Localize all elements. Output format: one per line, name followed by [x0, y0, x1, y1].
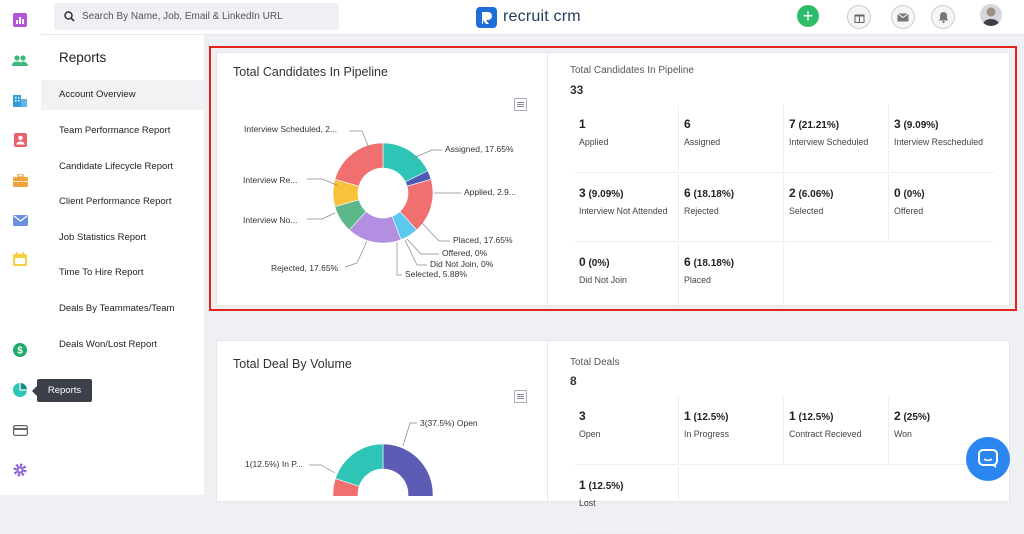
stat-count-value: 1	[789, 409, 796, 423]
billing-icon[interactable]	[12, 422, 28, 438]
sidebar-item-time-to-hire[interactable]: Time To Hire Report	[41, 258, 204, 288]
avatar[interactable]	[980, 4, 1002, 26]
search-box[interactable]	[54, 3, 339, 30]
sidebar-item-client-performance[interactable]: Client Performance Report	[41, 187, 204, 217]
calendar-icon[interactable]	[12, 251, 28, 267]
panel-divider	[547, 341, 548, 501]
pie-leader-line	[402, 422, 417, 447]
stat-percent: (25%)	[900, 412, 931, 423]
add-button[interactable]: +	[797, 5, 819, 27]
email-icon[interactable]	[12, 212, 28, 228]
stat-label: Won	[894, 429, 912, 439]
pie-label-open: 3(37.5%) Open	[420, 418, 478, 428]
stat-card: 1 (12.5%) In Progress	[680, 397, 784, 465]
deals-donut-chart: 3(37.5%) Open 1(12.5%) In P...	[245, 418, 478, 496]
chat-launcher-button[interactable]	[966, 437, 1010, 481]
stat-count-value: 2	[894, 409, 901, 423]
deals-stats-title: Total Deals	[570, 357, 620, 368]
reports-tooltip: Reports	[32, 379, 92, 402]
bell-icon[interactable]	[931, 5, 955, 29]
search-icon	[64, 11, 75, 22]
stat-card: 1 (12.5%) Contract Recieved	[785, 397, 889, 465]
sidebar-item-team-performance[interactable]: Team Performance Report	[41, 116, 204, 146]
sidebar-item-account-overview[interactable]: Account Overview	[41, 80, 204, 110]
svg-text:$: $	[17, 346, 23, 357]
deals-chart-title: Total Deal By Volume	[233, 357, 352, 371]
companies-icon[interactable]	[12, 92, 28, 108]
stat-count-value: 1	[579, 478, 586, 492]
stat-count-value: 1	[684, 409, 691, 423]
stat-label: Lost	[579, 498, 596, 508]
stat-count: 1 (12.5%)	[684, 409, 728, 423]
reports-sidebar: Reports Account Overview Team Performanc…	[41, 35, 204, 495]
chat-icon	[978, 449, 998, 468]
highlight-box	[209, 46, 1017, 311]
stat-percent: (12.5%)	[690, 412, 729, 423]
contacts-icon[interactable]	[12, 132, 28, 148]
reports-bar-icon[interactable]	[12, 12, 28, 28]
brand-name: recruit crm	[503, 8, 581, 25]
stat-card: 3 Open	[575, 397, 679, 465]
stat-count: 1 (12.5%)	[579, 478, 623, 492]
sidebar-item-job-statistics[interactable]: Job Statistics Report	[41, 223, 204, 253]
deals-panel: Total Deal By Volume 3(37.5%) Open 1(12.5…	[216, 340, 1010, 534]
pie-label-in-progress: 1(12.5%) In P...	[245, 459, 303, 469]
stat-count-value: 3	[579, 409, 586, 423]
reports-pie-icon[interactable]	[12, 382, 28, 398]
mail-notification-icon[interactable]	[891, 5, 915, 29]
stat-label: Open	[579, 429, 601, 439]
search-input[interactable]	[82, 3, 332, 30]
sidebar-item-deals-won-lost[interactable]: Deals Won/Lost Report	[41, 330, 204, 360]
stat-label: Contract Recieved	[789, 429, 862, 439]
stat-label: In Progress	[684, 429, 729, 439]
stat-percent: (12.5%)	[795, 412, 834, 423]
deals-icon[interactable]: $	[12, 342, 28, 358]
logo-icon	[476, 6, 497, 28]
stat-percent: (12.5%)	[585, 481, 624, 492]
stat-count: 2 (25%)	[894, 409, 930, 423]
brand-logo[interactable]: recruit crm	[476, 4, 581, 30]
sidebar-item-deals-by-teammates[interactable]: Deals By Teammates/Team	[41, 294, 204, 324]
deals-stats-grid: 3 Open 1 (12.5%) In Progress 1 (12.5%) Contra…	[575, 397, 995, 534]
settings-icon[interactable]	[12, 462, 28, 478]
jobs-icon[interactable]	[12, 172, 28, 188]
sidebar-title: Reports	[59, 50, 107, 65]
gift-icon[interactable]	[847, 5, 871, 29]
stat-card: 1 (12.5%) Lost	[575, 466, 679, 534]
stat-count: 1 (12.5%)	[789, 409, 833, 423]
stat-count: 3	[579, 409, 586, 423]
top-bar: recruit crm +	[41, 0, 1024, 35]
deals-total: 8	[570, 374, 577, 388]
candidates-icon[interactable]	[12, 53, 28, 69]
sidebar-item-candidate-lifecycle[interactable]: Candidate Lifecycle Report	[41, 152, 204, 182]
pie-leader-line	[309, 464, 336, 474]
pie-slice-in-progress[interactable]	[335, 443, 384, 487]
icon-rail: $	[0, 0, 42, 495]
